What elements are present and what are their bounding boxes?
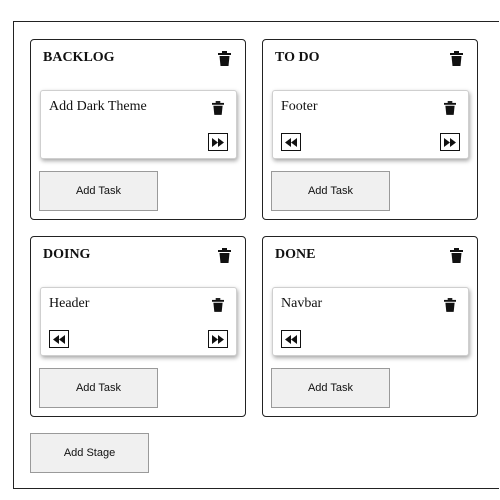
task-card[interactable]: Footer bbox=[272, 90, 469, 159]
add-task-button[interactable]: Add Task bbox=[271, 368, 390, 408]
forward-icon bbox=[212, 137, 224, 147]
add-stage-button[interactable]: Add Stage bbox=[30, 433, 149, 473]
move-next-button[interactable] bbox=[440, 133, 460, 151]
trash-icon[interactable] bbox=[212, 101, 224, 115]
move-next-button[interactable] bbox=[208, 133, 228, 151]
trash-icon[interactable] bbox=[444, 101, 456, 115]
move-next-button[interactable] bbox=[208, 330, 228, 348]
move-prev-button[interactable] bbox=[49, 330, 69, 348]
move-prev-button[interactable] bbox=[281, 330, 301, 348]
kanban-board: BACKLOG Add Dark Theme Add Task TO DO Fo… bbox=[13, 21, 499, 489]
backward-icon bbox=[285, 334, 297, 344]
task-title: Add Dark Theme bbox=[49, 99, 147, 114]
trash-icon[interactable] bbox=[450, 248, 463, 263]
task-title: Header bbox=[49, 296, 90, 311]
task-card[interactable]: Header bbox=[40, 287, 237, 356]
backward-icon bbox=[285, 137, 297, 147]
stage-title: BACKLOG bbox=[43, 50, 115, 65]
task-card[interactable]: Add Dark Theme bbox=[40, 90, 237, 159]
task-title: Navbar bbox=[281, 296, 323, 311]
stage-title: TO DO bbox=[275, 50, 320, 65]
forward-icon bbox=[444, 137, 456, 147]
trash-icon[interactable] bbox=[450, 51, 463, 66]
trash-icon[interactable] bbox=[444, 298, 456, 312]
add-task-button[interactable]: Add Task bbox=[271, 171, 390, 211]
forward-icon bbox=[212, 334, 224, 344]
stage-todo: TO DO Footer Add Task bbox=[262, 39, 478, 220]
backward-icon bbox=[53, 334, 65, 344]
stage-doing: DOING Header Add Task bbox=[30, 236, 246, 417]
task-title: Footer bbox=[281, 99, 318, 114]
stage-done: DONE Navbar Add Task bbox=[262, 236, 478, 417]
trash-icon[interactable] bbox=[212, 298, 224, 312]
add-task-button[interactable]: Add Task bbox=[39, 368, 158, 408]
add-task-button[interactable]: Add Task bbox=[39, 171, 158, 211]
trash-icon[interactable] bbox=[218, 248, 231, 263]
trash-icon[interactable] bbox=[218, 51, 231, 66]
stage-backlog: BACKLOG Add Dark Theme Add Task bbox=[30, 39, 246, 220]
stage-title: DONE bbox=[275, 247, 316, 262]
task-card[interactable]: Navbar bbox=[272, 287, 469, 356]
stage-title: DOING bbox=[43, 247, 91, 262]
move-prev-button[interactable] bbox=[281, 133, 301, 151]
